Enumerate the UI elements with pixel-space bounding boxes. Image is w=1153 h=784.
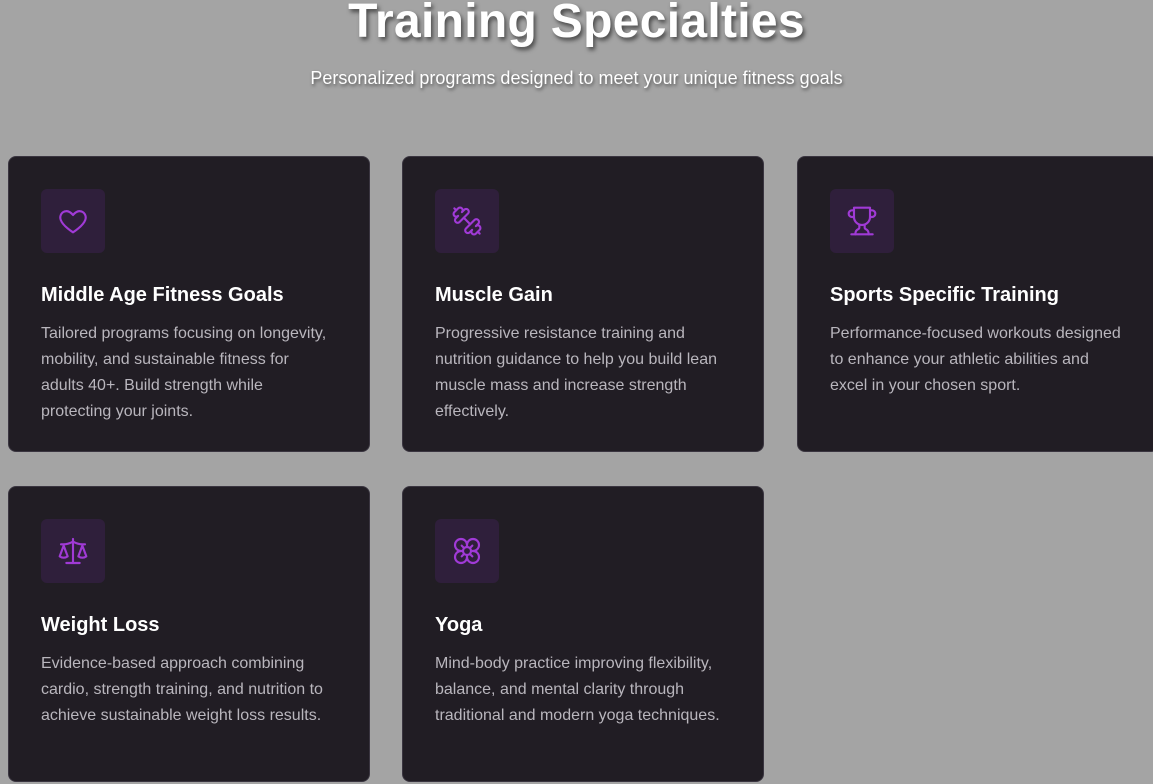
heart-icon	[41, 189, 105, 253]
card-title: Sports Specific Training	[830, 284, 1059, 306]
page-subtitle: Personalized programs designed to meet y…	[310, 68, 843, 88]
card-description: Mind-body practice improving flexibility…	[435, 655, 720, 724]
specialty-card-weight-loss[interactable]: Weight Loss Evidence-based approach comb…	[8, 486, 370, 782]
specialty-card-muscle-gain[interactable]: Muscle Gain Progressive resistance train…	[402, 156, 764, 452]
specialty-card-sports[interactable]: Sports Specific Training Performance-foc…	[797, 156, 1153, 452]
card-title: Weight Loss	[41, 614, 160, 636]
specialty-card-middle-age[interactable]: Middle Age Fitness Goals Tailored progra…	[8, 156, 370, 452]
card-description: Progressive resistance training and nutr…	[435, 325, 717, 420]
card-title: Muscle Gain	[435, 284, 553, 306]
card-description: Performance-focused workouts designed to…	[830, 325, 1121, 394]
card-title: Yoga	[435, 614, 483, 636]
card-description: Evidence-based approach combining cardio…	[41, 655, 323, 724]
flower-icon	[435, 519, 499, 583]
scale-icon	[41, 519, 105, 583]
page-title: Training Specialties	[348, 0, 805, 48]
trophy-icon	[830, 189, 894, 253]
card-description: Tailored programs focusing on longevity,…	[41, 325, 327, 420]
card-title: Middle Age Fitness Goals	[41, 284, 284, 306]
specialty-card-yoga[interactable]: Yoga Mind-body practice improving flexib…	[402, 486, 764, 782]
dumbbell-icon	[435, 189, 499, 253]
